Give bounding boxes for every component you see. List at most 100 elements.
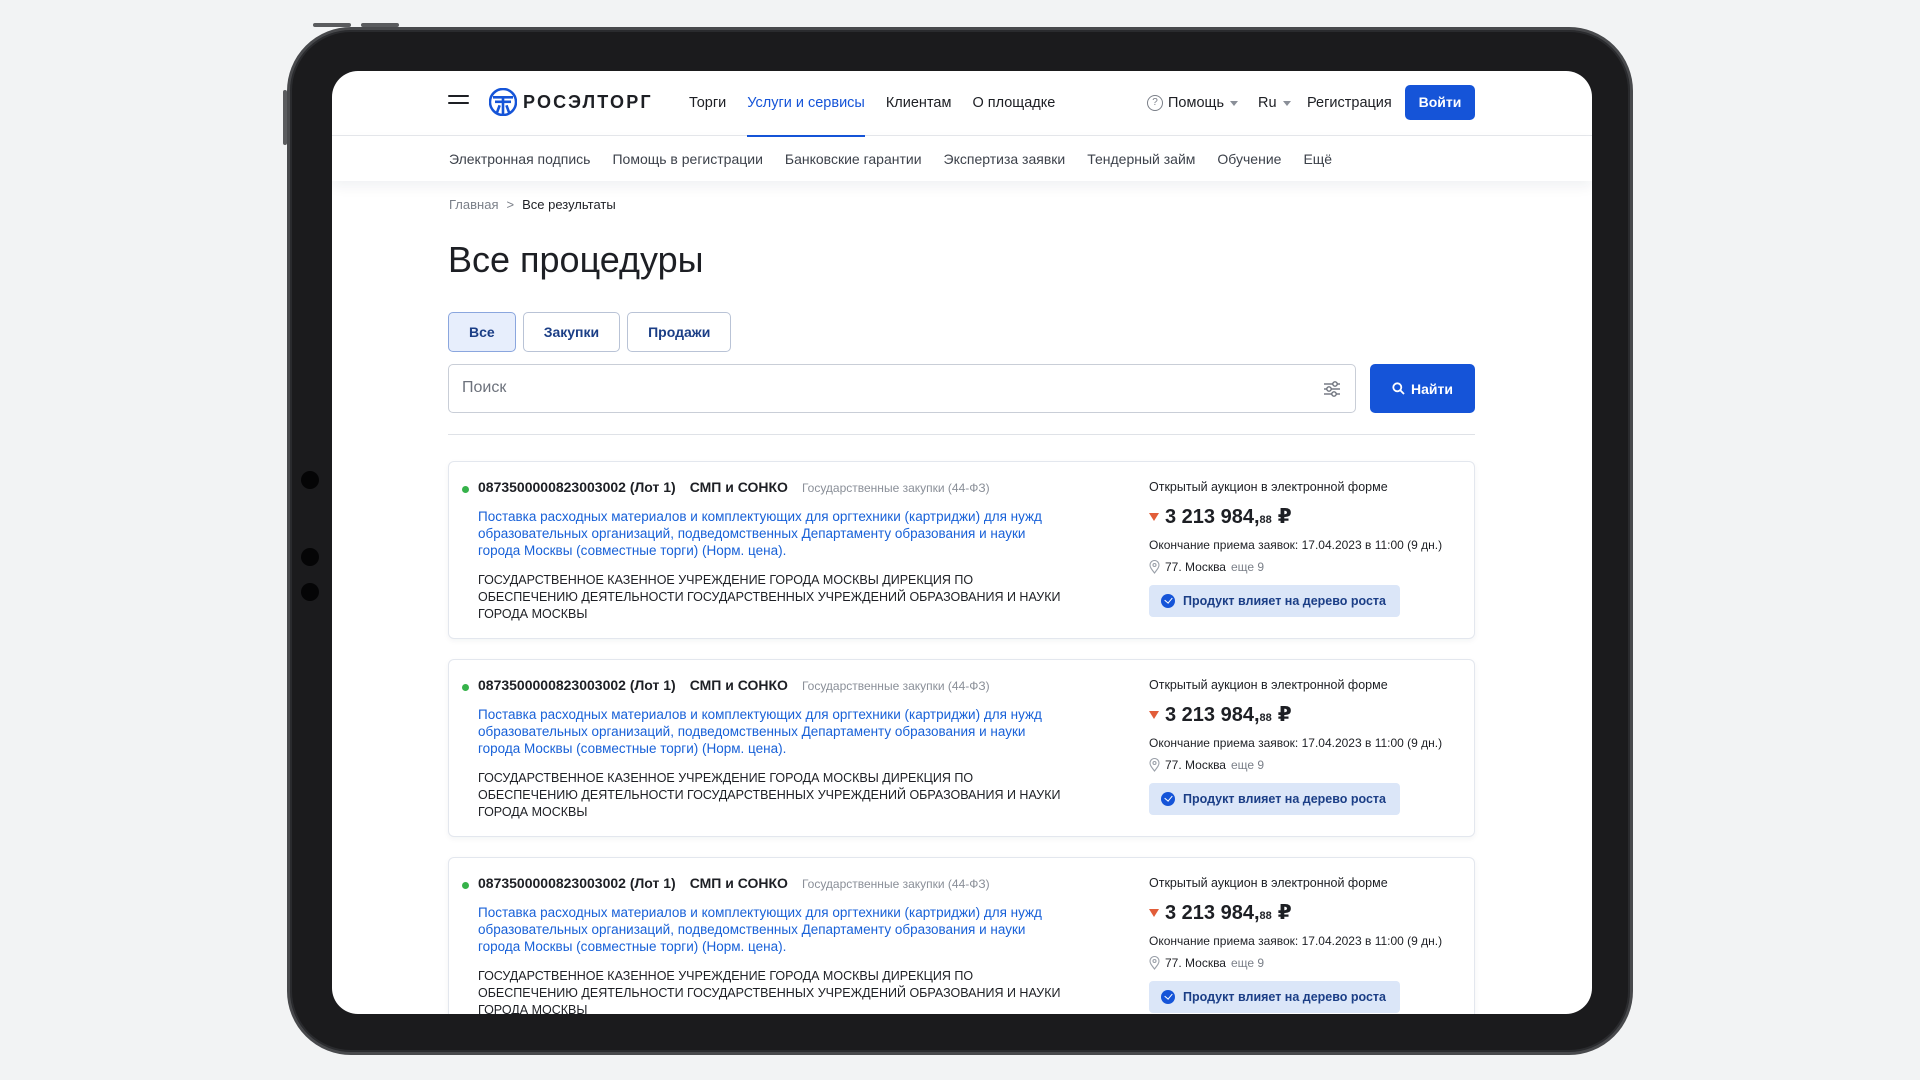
card-details: Открытый аукцион в электронной форме 3 2… — [1149, 678, 1469, 815]
procedure-organization: ГОСУДАРСТВЕННОЕ КАЗЕННОЕ УЧРЕЖДЕНИЕ ГОРО… — [478, 969, 1061, 1014]
region: 77. Москва еще 9 — [1149, 560, 1469, 574]
procedure-title-link[interactable]: Поставка расходных материалов и комплект… — [478, 706, 1068, 757]
subnav-item-more[interactable]: Ещё — [1303, 151, 1332, 167]
card-details: Открытый аукцион в электронной форме 3 2… — [1149, 876, 1469, 1013]
question-circle-icon: ? — [1147, 95, 1163, 111]
price-cents: 88 — [1259, 514, 1272, 526]
procedure-card[interactable]: 0873500000823003002 (Лот 1) СМП и СОНКО … — [448, 461, 1475, 639]
region: 77. Москва еще 9 — [1149, 758, 1469, 772]
procedure-law: Государственные закупки (44-ФЗ) — [801, 877, 990, 891]
procedure-law: Государственные закупки (44-ФЗ) — [801, 481, 990, 495]
card-header: 0873500000823003002 (Лот 1) СМП и СОНКО … — [478, 677, 990, 693]
tablet-frame: РОСЭЛТОРГ Торги Услуги и сервисы Клиента… — [283, 23, 1633, 1055]
tablet-top-button-left — [313, 23, 351, 27]
growth-tree-badge[interactable]: Продукт влияет на дерево роста — [1149, 585, 1401, 617]
arrow-down-icon — [1149, 711, 1159, 719]
growth-tree-badge[interactable]: Продукт влияет на дерево роста — [1149, 981, 1401, 1013]
chevron-down-icon — [1282, 100, 1291, 106]
search-input[interactable] — [462, 365, 1282, 411]
status-dot — [462, 486, 469, 493]
help-menu[interactable]: ? Помощь — [1147, 95, 1239, 111]
status-dot — [462, 882, 469, 889]
breadcrumb-home[interactable]: Главная — [449, 197, 498, 212]
procedure-law: Государственные закупки (44-ФЗ) — [801, 679, 990, 693]
arrow-down-icon — [1149, 909, 1159, 917]
tablet-side-button — [283, 90, 287, 145]
search-box — [448, 364, 1356, 413]
price: 3 213 984, 88 ₽ — [1149, 504, 1469, 529]
tab-sales[interactable]: Продажи — [627, 312, 732, 352]
procedure-card[interactable]: 0873500000823003002 (Лот 1) СМП и СОНКО … — [448, 659, 1475, 837]
site-logo[interactable]: РОСЭЛТОРГ — [489, 88, 653, 116]
price-main: 3 213 984, — [1165, 902, 1260, 924]
sliders-icon[interactable] — [1323, 380, 1341, 398]
check-circle-icon — [1161, 594, 1175, 608]
section-divider — [448, 434, 1475, 435]
application-deadline: Окончание приема заявок: 17.04.2023 в 11… — [1149, 934, 1443, 948]
price-cents: 88 — [1259, 910, 1272, 922]
application-deadline: Окончание приема заявок: 17.04.2023 в 11… — [1149, 538, 1443, 552]
map-pin-icon — [1149, 560, 1160, 574]
subnav-item-registration-help[interactable]: Помощь в регистрации — [612, 151, 762, 167]
magnifier-icon — [1392, 382, 1405, 395]
tablet-sensor-dot — [301, 471, 319, 489]
price-currency: ₽ — [1277, 902, 1292, 924]
procedure-tabs: Все Закупки Продажи — [448, 312, 738, 352]
procedure-list: 0873500000823003002 (Лот 1) СМП и СОНКО … — [448, 461, 1475, 1014]
register-link[interactable]: Регистрация — [1307, 95, 1392, 111]
procedure-number: 0873500000823003002 (Лот 1) — [478, 677, 676, 693]
logo-text: РОСЭЛТОРГ — [523, 91, 653, 112]
growth-tree-badge[interactable]: Продукт влияет на дерево роста — [1149, 783, 1401, 815]
price-main: 3 213 984, — [1165, 506, 1260, 528]
page-title: Все процедуры — [448, 239, 704, 280]
subnav-item-training[interactable]: Обучение — [1217, 151, 1281, 167]
auction-type: Открытый аукцион в электронной форме — [1149, 480, 1388, 494]
badge-label: Продукт влияет на дерево роста — [1183, 792, 1387, 806]
card-header: 0873500000823003002 (Лот 1) СМП и СОНКО … — [478, 875, 990, 891]
nav-item-clients[interactable]: Клиентам — [886, 71, 952, 136]
chevron-down-icon — [1230, 100, 1239, 106]
procedure-title-link[interactable]: Поставка расходных материалов и комплект… — [478, 904, 1068, 955]
procedure-category: СМП и СОНКО — [689, 875, 788, 891]
tab-purchases[interactable]: Закупки — [522, 312, 621, 352]
language-select[interactable]: Ru — [1258, 95, 1291, 111]
help-label: Помощь — [1168, 95, 1225, 111]
subnav-item-e-signature[interactable]: Электронная подпись — [449, 151, 590, 167]
tablet-sensor-dot — [301, 583, 319, 601]
price-currency: ₽ — [1277, 704, 1292, 726]
badge-label: Продукт влияет на дерево роста — [1183, 990, 1387, 1004]
region-name: 77. Москва — [1165, 560, 1226, 574]
site-header: РОСЭЛТОРГ Торги Услуги и сервисы Клиента… — [332, 71, 1592, 137]
region-more[interactable]: еще 9 — [1231, 758, 1264, 772]
procedure-number: 0873500000823003002 (Лот 1) — [478, 479, 676, 495]
map-pin-icon — [1149, 758, 1160, 772]
procedure-card[interactable]: 0873500000823003002 (Лот 1) СМП и СОНКО … — [448, 857, 1475, 1014]
tablet-top-button-right — [361, 23, 399, 27]
card-details: Открытый аукцион в электронной форме 3 2… — [1149, 480, 1469, 617]
region-more[interactable]: еще 9 — [1231, 560, 1264, 574]
check-circle-icon — [1161, 792, 1175, 806]
procedure-category: СМП и СОНКО — [689, 479, 788, 495]
region-name: 77. Москва — [1165, 758, 1226, 772]
subnav-item-bank-guarantees[interactable]: Банковские гарантии — [785, 151, 922, 167]
auction-type: Открытый аукцион в электронной форме — [1149, 876, 1388, 890]
region-name: 77. Москва — [1165, 956, 1226, 970]
breadcrumb-separator: > — [506, 197, 515, 212]
map-pin-icon — [1149, 956, 1160, 970]
region: 77. Москва еще 9 — [1149, 956, 1469, 970]
region-more[interactable]: еще 9 — [1231, 956, 1264, 970]
find-button[interactable]: Найти — [1370, 364, 1475, 413]
nav-item-services[interactable]: Услуги и сервисы — [747, 71, 865, 137]
card-header: 0873500000823003002 (Лот 1) СМП и СОНКО … — [478, 479, 990, 495]
hamburger-icon[interactable] — [448, 95, 469, 109]
price-main: 3 213 984, — [1165, 704, 1260, 726]
procedure-title-link[interactable]: Поставка расходных материалов и комплект… — [478, 508, 1068, 559]
tab-all[interactable]: Все — [448, 312, 516, 352]
subnav-item-tender-loan[interactable]: Тендерный займ — [1087, 151, 1195, 167]
nav-item-torgi[interactable]: Торги — [689, 71, 726, 136]
login-button[interactable]: Войти — [1405, 85, 1475, 120]
procedure-organization: ГОСУДАРСТВЕННОЕ КАЗЕННОЕ УЧРЕЖДЕНИЕ ГОРО… — [478, 771, 1061, 819]
subnav-item-application-review[interactable]: Экспертиза заявки — [944, 151, 1066, 167]
price-cents: 88 — [1259, 712, 1272, 724]
nav-item-about[interactable]: О площадке — [972, 71, 1055, 136]
